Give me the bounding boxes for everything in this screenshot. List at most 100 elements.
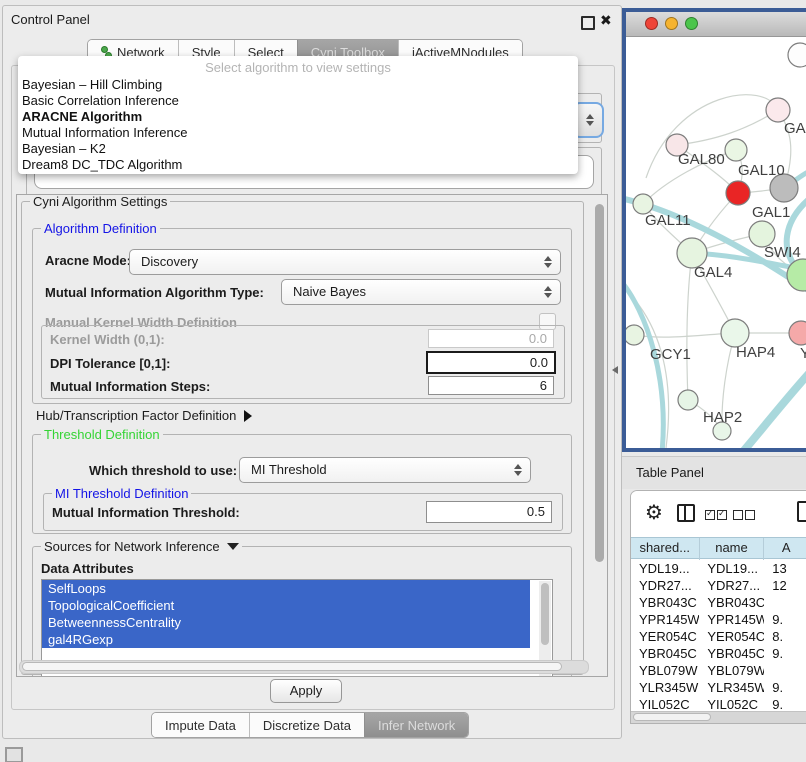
network-node[interactable] — [766, 98, 790, 122]
kernel-width-label: Kernel Width (0,1): — [50, 332, 165, 347]
column-header-shared-[interactable]: shared... — [631, 538, 700, 560]
table-row[interactable]: YDL19...YDL19...13 — [631, 560, 806, 577]
settings-scrollpane: Cyni Algorithm Settings Algorithm Defini… — [16, 194, 608, 677]
table-cell: 13 — [764, 560, 806, 577]
table-row[interactable]: YBR043CYBR043C — [631, 594, 806, 611]
table-cell: YBR043C — [699, 594, 764, 611]
node-label-gal: GAL — [784, 120, 806, 137]
column-header-a[interactable]: A — [764, 538, 806, 560]
gear-icon[interactable]: ⚙ — [645, 500, 663, 525]
network-node[interactable] — [789, 321, 806, 345]
scrollbar-thumb[interactable] — [22, 662, 562, 671]
table-horizontal-scrollbar[interactable] — [631, 711, 806, 723]
table-panel: ⚙ shared...nameA YDL19...YDL19...13YDR27… — [630, 490, 806, 724]
sources-expander[interactable]: Sources for Network Inference — [41, 539, 242, 554]
algorithm-option-basic-correlation-inference[interactable]: Basic Correlation Inference — [18, 93, 578, 109]
spinner-arrows-icon — [544, 286, 552, 298]
close-traffic-light[interactable] — [645, 17, 658, 30]
node-label-gcy1: GCY1 — [650, 346, 691, 363]
mi-steps-label: Mutual Information Steps: — [50, 379, 210, 394]
mi-type-value: Naive Bayes — [293, 284, 366, 299]
algorithm-option-bayesian-hill-climbing[interactable]: Bayesian – Hill Climbing — [18, 77, 578, 93]
tab-infer-network[interactable]: Infer Network — [364, 713, 468, 737]
tab-impute-data[interactable]: Impute Data — [152, 713, 249, 737]
network-node[interactable] — [787, 259, 806, 291]
which-threshold-combo[interactable]: MI Threshold — [239, 457, 531, 483]
network-node[interactable] — [788, 43, 806, 67]
node-label-swi4: SWI4 — [764, 244, 801, 261]
table-row[interactable]: YPR145WYPR145W9. — [631, 611, 806, 628]
algorithm-option-dream8-dc-tdc-algorithm[interactable]: Dream8 DC_TDC Algorithm — [18, 157, 578, 173]
attribute-item-selfloops[interactable]: SelfLoops — [42, 580, 530, 597]
tab-discretize-data[interactable]: Discretize Data — [249, 713, 364, 737]
table-cell: YBL079W — [699, 662, 764, 679]
kernel-width-field[interactable]: 0.0 — [428, 329, 554, 348]
mi-threshold-label: Mutual Information Threshold: — [52, 505, 240, 520]
network-node[interactable] — [721, 319, 749, 347]
settings-vertical-scrollbar[interactable] — [593, 196, 606, 673]
attribute-item-gal4rgexp[interactable]: gal4RGexp — [42, 631, 530, 648]
network-node[interactable] — [633, 194, 653, 214]
table-row[interactable]: YLR345WYLR345W9. — [631, 679, 806, 696]
application-window: Control Panel ✖ NetworkStyleSelectCyni T… — [0, 0, 806, 762]
node-label-gal4: GAL4 — [694, 264, 732, 281]
which-threshold-label: Which threshold to use: — [89, 463, 237, 478]
algorithm-option-bayesian-k2[interactable]: Bayesian – K2 — [18, 141, 578, 157]
cyni-bottom-tabs: Impute DataDiscretize DataInfer Network — [151, 712, 469, 738]
close-icon[interactable]: ✖ — [600, 12, 612, 29]
table-cell: 9. — [764, 679, 806, 696]
float-window-icon[interactable] — [581, 16, 595, 30]
table-row[interactable]: YBL079WYBL079W — [631, 662, 806, 679]
spinner-arrows-icon — [544, 256, 552, 268]
which-threshold-value: MI Threshold — [251, 462, 327, 477]
network-node[interactable] — [626, 325, 644, 345]
table-cell: YDL19... — [631, 560, 699, 577]
table-cell: YBR045C — [631, 645, 699, 662]
dpi-tolerance-field[interactable]: 0.0 — [426, 351, 556, 374]
network-window-titlebar[interactable] — [626, 12, 806, 37]
table-row[interactable]: YBR045CYBR045C9. — [631, 645, 806, 662]
mi-threshold-field[interactable]: 0.5 — [426, 501, 552, 523]
network-view-window[interactable]: GALGAL80GAL10GAL11GAL1SWI4GAL4GCY1HAP4YH… — [622, 8, 806, 452]
scrollbar-thumb[interactable] — [541, 583, 549, 645]
group-title: Cyni Algorithm Settings — [30, 194, 170, 209]
attribute-item-betweennesscentrality[interactable]: BetweennessCentrality — [42, 614, 530, 631]
zoom-traffic-light[interactable] — [685, 17, 698, 30]
document-icon[interactable] — [797, 501, 806, 522]
select-all-columns-icon[interactable] — [705, 508, 729, 523]
algorithm-list: Bayesian – Hill ClimbingBasic Correlatio… — [18, 77, 578, 173]
aracne-mode-combo[interactable]: Discovery — [129, 249, 561, 275]
table-cell: YLR345W — [631, 679, 699, 696]
deselect-all-columns-icon[interactable] — [733, 508, 757, 523]
table-cell: YER054C — [631, 628, 699, 645]
column-header-name[interactable]: name — [700, 538, 765, 560]
algorithm-option-mutual-information-inference[interactable]: Mutual Information Inference — [18, 125, 578, 141]
table-row[interactable]: YDR27...YDR27...12 — [631, 577, 806, 594]
spinner-arrows-icon — [586, 114, 594, 126]
settings-horizontal-scrollbar[interactable] — [19, 660, 589, 674]
dock-mini-icon[interactable] — [5, 747, 23, 762]
table-toolbar: ⚙ — [631, 491, 806, 537]
hub-definition-expander[interactable]: Hub/Transcription Factor Definition — [36, 408, 252, 423]
mi-steps-field[interactable]: 6 — [428, 376, 554, 395]
minimize-traffic-light[interactable] — [665, 17, 678, 30]
scrollbar-thumb[interactable] — [595, 204, 604, 562]
table-cell: 9. — [764, 645, 806, 662]
network-node[interactable] — [678, 390, 698, 410]
panel-divider-handle[interactable] — [612, 366, 618, 374]
scrollbar-thumb[interactable] — [633, 713, 711, 721]
split-view-icon[interactable] — [677, 504, 695, 522]
network-node[interactable] — [726, 181, 750, 205]
table-row[interactable]: YER054CYER054C8. — [631, 628, 806, 645]
table-cell: YER054C — [699, 628, 764, 645]
network-node[interactable] — [725, 139, 747, 161]
node-label-gal11: GAL11 — [645, 212, 691, 229]
mi-algorithm-type-combo[interactable]: Naive Bayes — [281, 279, 561, 305]
network-graph — [626, 37, 806, 448]
apply-button[interactable]: Apply — [270, 679, 342, 703]
algorithm-option-aracne-algorithm[interactable]: ARACNE Algorithm — [18, 109, 578, 125]
cyni-algorithm-settings-group: Cyni Algorithm Settings Algorithm Defini… — [21, 201, 584, 675]
collapse-arrow-icon — [227, 543, 239, 550]
attribute-item-topologicalcoefficient[interactable]: TopologicalCoefficient — [42, 597, 530, 614]
network-canvas[interactable]: GALGAL80GAL10GAL11GAL1SWI4GAL4GCY1HAP4YH… — [626, 37, 806, 448]
